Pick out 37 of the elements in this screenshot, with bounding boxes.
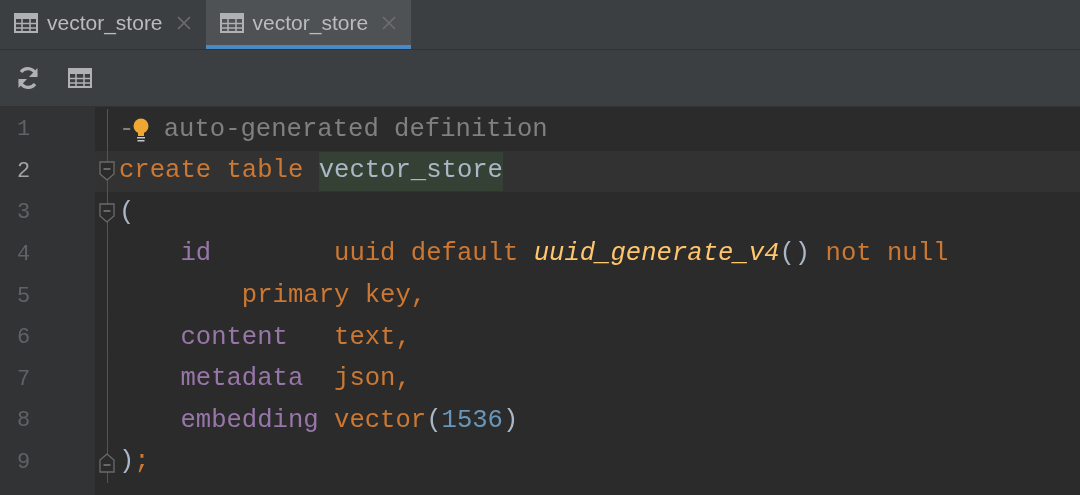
- editor-tab[interactable]: vector_store: [0, 0, 206, 49]
- column-name: content: [179, 321, 289, 354]
- tab-label: vector_store: [47, 9, 163, 37]
- sql-keyword: vector: [334, 404, 427, 437]
- sql-keyword: create table: [119, 155, 305, 188]
- punctuation: ): [503, 404, 519, 437]
- sql-keyword: uuid default: [334, 238, 520, 271]
- sql-keyword: not null: [824, 238, 949, 271]
- close-icon[interactable]: [381, 14, 398, 31]
- column-name: id: [179, 238, 213, 271]
- fold-marker-icon[interactable]: [99, 452, 115, 473]
- editor-tab[interactable]: vector_store: [205, 0, 412, 49]
- fold-marker-icon[interactable]: [99, 161, 115, 182]
- code-comment: auto-generated definition: [162, 113, 548, 146]
- table-icon: [14, 12, 38, 33]
- sql-keyword: primary key,: [240, 279, 427, 312]
- fold-marker-icon[interactable]: [99, 203, 115, 223]
- punctuation: (): [779, 238, 811, 271]
- sql-keyword: ;: [134, 446, 150, 479]
- punctuation: (: [426, 404, 442, 437]
- sql-keyword: json,: [334, 363, 411, 396]
- close-icon[interactable]: [175, 14, 192, 31]
- table-icon: [68, 68, 92, 88]
- lightbulb-icon[interactable]: [133, 116, 150, 143]
- table-icon: [219, 12, 244, 33]
- sql-keyword: text,: [334, 321, 411, 354]
- tab-label: vector_store: [252, 9, 369, 37]
- number-literal: 1536: [441, 404, 503, 437]
- punctuation: ): [119, 446, 135, 479]
- code-comment: -: [119, 113, 135, 146]
- function-name: uuid_generate_v4: [533, 238, 780, 271]
- refresh-icon[interactable]: [16, 66, 40, 90]
- table-name: vector_store: [318, 152, 503, 191]
- punctuation: (: [119, 196, 135, 229]
- line-number: 2: [17, 157, 31, 186]
- column-name: embedding: [179, 404, 320, 437]
- column-name: metadata: [179, 363, 305, 396]
